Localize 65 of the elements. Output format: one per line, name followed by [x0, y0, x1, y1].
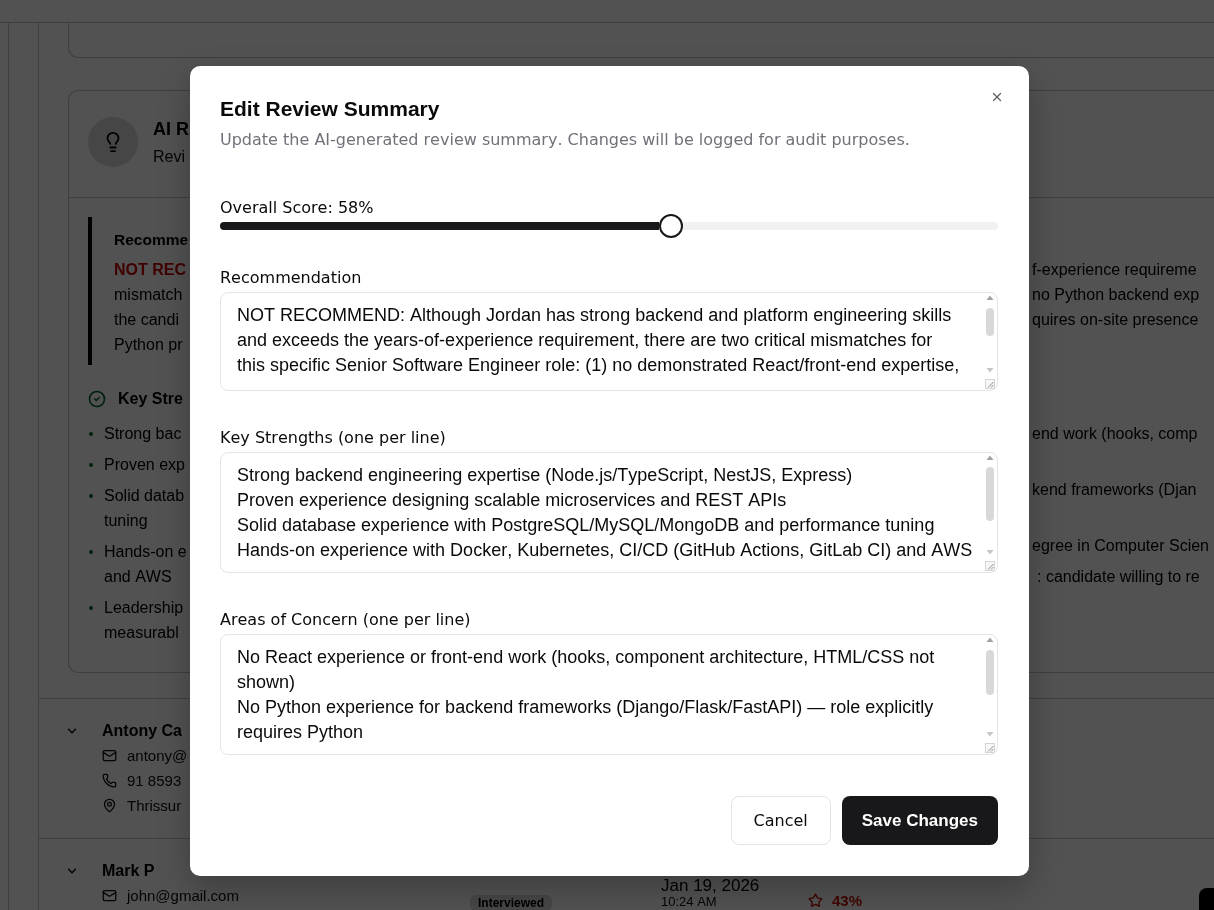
- recommendation-text: f-experience requireme: [1032, 260, 1197, 280]
- check-circle-icon: [88, 390, 106, 408]
- field-label: Recommendation: [220, 268, 362, 288]
- strength-text: and AWS: [104, 567, 172, 587]
- dialog-description: Update the AI-generated review summary. Changes will be logged for audit purposes.: [220, 130, 910, 150]
- bullet-icon: [89, 462, 93, 467]
- strength-text: Strong bac: [104, 424, 182, 444]
- candidate-name: Antony Ca: [102, 721, 182, 741]
- scrollbar[interactable]: [985, 294, 995, 374]
- score-label: Overall Score: 58%: [220, 198, 374, 218]
- score-text: 43%: [832, 893, 863, 909]
- recommendation-heading: Recomme: [114, 230, 189, 250]
- cancel-button[interactable]: Cancel: [730, 796, 831, 845]
- scrollbar[interactable]: [985, 454, 995, 556]
- strength-text: Hands-on e: [104, 542, 187, 562]
- email-text: antony@: [127, 747, 188, 764]
- candidate-name: Mark P: [102, 861, 155, 881]
- concern-text: : candidate willing to re: [1037, 567, 1200, 587]
- save-button[interactable]: Save Changes: [841, 796, 998, 845]
- star-icon: [808, 893, 823, 908]
- recommendation-text: mismatch: [114, 285, 183, 305]
- recommendation-text: quires on-site presence: [1032, 310, 1199, 330]
- strength-text: measurabl: [104, 623, 179, 643]
- strengths-heading: Key Stre: [118, 389, 183, 409]
- phone-text: 91 8593: [127, 772, 182, 789]
- status-badge: Interviewed: [470, 895, 553, 910]
- resize-grip-icon[interactable]: [985, 379, 995, 389]
- strength-text: Solid datab: [104, 486, 185, 506]
- bullet-icon: [89, 493, 93, 498]
- email-text: john@gmail.com: [127, 887, 239, 904]
- recommendation-text: the candi: [114, 310, 179, 330]
- time-text: 10:24 AM: [661, 894, 717, 909]
- location-text: Thrissur: [127, 797, 182, 814]
- floating-button[interactable]: [1199, 888, 1214, 910]
- strengths-field[interactable]: Strong backend engineering expertise (Node.js/TypeScript, NestJS, Express) Proven experience designing scalable microservices and REST APIs Solid database experience with PostgreSQL/MySQL/MongoDB and performance tuning Hands-on experience with Docker, Kubernetes, CI/CD (GitHub Actions, GitLab CI) and AWS: [220, 452, 998, 573]
- bullet-icon: [89, 549, 93, 554]
- card-title: AI R: [153, 118, 189, 141]
- strength-text: tuning: [104, 511, 148, 531]
- mail-icon: [102, 748, 117, 763]
- concern-text: end work (hooks, comp: [1032, 424, 1198, 444]
- concern-text: egree in Computer Scien: [1032, 536, 1209, 556]
- strength-text: Proven exp: [104, 455, 185, 475]
- mail-icon: [102, 888, 117, 903]
- resize-grip-icon[interactable]: [985, 561, 995, 571]
- close-icon: [990, 90, 1004, 104]
- recommendation-text: no Python backend exp: [1032, 285, 1200, 305]
- resize-grip-icon[interactable]: [985, 743, 995, 753]
- scrollbar[interactable]: [985, 636, 995, 738]
- field-label: Areas of Concern (one per line): [220, 610, 471, 630]
- recommendation-field[interactable]: NOT RECOMMEND: Although Jordan has strong backend and platform engineering skills and exceeds the years-of-experience requirement, there are two critical mismatches for this specific Senior Software Engineer role: (1) no demonstrated React/front-end expertise,: [220, 292, 998, 391]
- map-pin-icon: [102, 798, 117, 813]
- lightbulb-icon: [88, 117, 138, 167]
- bullet-icon: [89, 431, 93, 436]
- slider-thumb[interactable]: [659, 214, 684, 238]
- strength-text: Leadership: [104, 598, 184, 618]
- field-label: Key Strengths (one per line): [220, 428, 446, 448]
- concern-text: kend frameworks (Djan: [1032, 480, 1197, 500]
- verdict-text: NOT REC: [114, 260, 186, 280]
- dialog-title: Edit Review Summary: [220, 96, 440, 122]
- bullet-icon: [89, 605, 93, 610]
- date-text: Jan 19, 2026: [661, 877, 760, 894]
- concerns-field[interactable]: No React experience or front-end work (hooks, component architecture, HTML/CSS not shown) No Python experience for backend frameworks (Django/Flask/FastAPI) — role explicitly requires Python: [220, 634, 998, 755]
- card-subtitle: Revi: [153, 147, 185, 167]
- recommendation-text: Python pr: [114, 335, 183, 355]
- phone-icon: [102, 773, 117, 788]
